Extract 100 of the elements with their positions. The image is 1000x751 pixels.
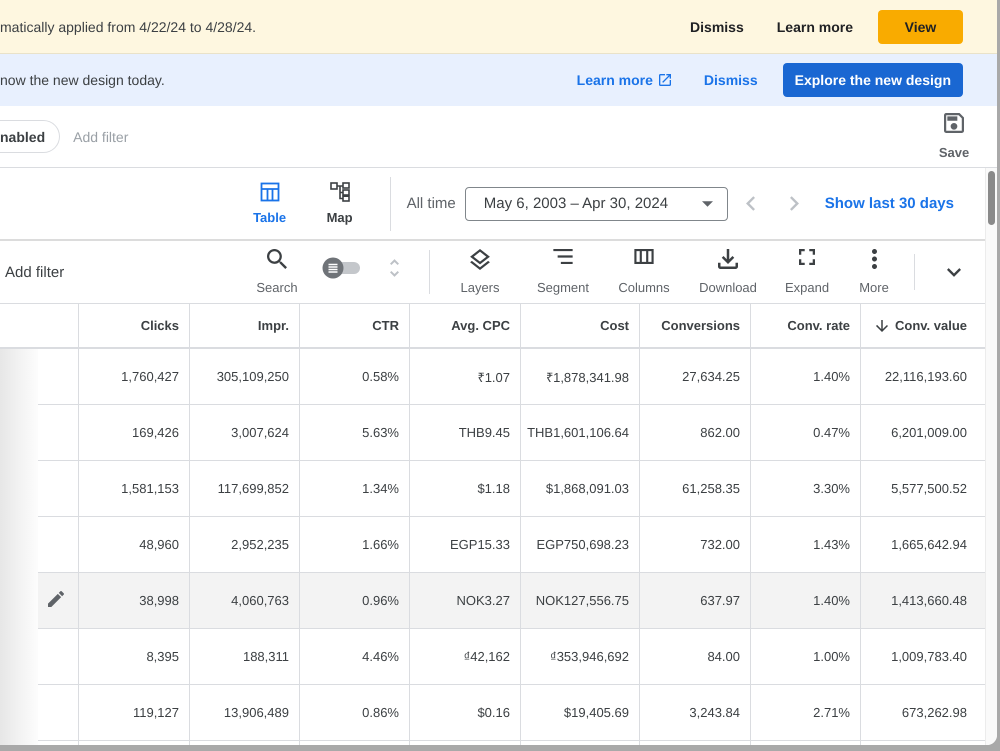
table-cell-text: 5,577,500.52 (890, 480, 968, 498)
table-cell: 1,760,427 (79, 349, 190, 404)
table-cell: 1,581,153 (79, 461, 190, 516)
toolbar-button[interactable]: Columns (612, 249, 676, 295)
table-cell-text: 1,665,642.94 (890, 536, 968, 554)
table-cell: ₹1.07 (410, 349, 521, 404)
table-cell: 3,007,624 (190, 405, 300, 460)
segment-icon (553, 249, 573, 264)
external-link-icon (658, 74, 671, 86)
date-range-label: All time (406, 195, 456, 212)
layers-icon (470, 249, 490, 270)
text-button[interactable]: Learn more (768, 10, 861, 44)
sort-icon[interactable] (390, 259, 399, 277)
show-last-30-days-link[interactable]: Show last 30 days (824, 195, 954, 212)
save-button[interactable]: Save (937, 113, 971, 160)
table-cell: 84.00 (640, 629, 751, 684)
banner-message: matically applied from 4/22/24 to 4/28/24. (0, 18, 258, 34)
table-cell: NOK3.27 (410, 573, 521, 628)
table-cell: 169,426 (79, 405, 190, 460)
table-cell: 3.30% (751, 461, 861, 516)
table-cell: 637.97 (640, 573, 751, 628)
more-icon (872, 249, 876, 269)
column-header[interactable]: CTR (300, 304, 410, 347)
search-icon (267, 249, 287, 269)
table-cell: 2,952,235 (190, 517, 300, 572)
primary-button[interactable]: Explore the new design (782, 63, 963, 97)
column-header[interactable]: Conv. value (861, 304, 985, 347)
column-header[interactable]: Cost (521, 304, 640, 347)
arrow-down-icon (876, 320, 888, 332)
table-cell: 732.00 (640, 517, 751, 572)
table-cell: 0.47% (751, 405, 861, 460)
table-cell: 1.40% (751, 573, 861, 628)
table-cell: 1.00% (751, 629, 861, 684)
search-button[interactable]: Search (249, 249, 305, 295)
table-cell: 0.96% (300, 573, 410, 628)
table-cell: 4.46% (300, 629, 410, 684)
column-header[interactable]: Impr. (190, 304, 300, 347)
table-cell: THB1,601,106.64 (521, 405, 640, 460)
banner-message: now the new design today. (0, 72, 166, 88)
chevron-right-icon[interactable] (790, 196, 799, 211)
toolbar-button[interactable]: Download (692, 249, 764, 295)
scrollbar-thumb[interactable] (988, 171, 995, 225)
primary-button[interactable]: View (878, 10, 963, 44)
table-cell: ₫353,946,692 (521, 629, 640, 684)
table-cell: 862.00 (640, 405, 751, 460)
table-cell: $19,405.69 (521, 685, 640, 740)
toggle-switch[interactable] (322, 257, 362, 279)
table-cell: 1.40% (751, 349, 861, 404)
table-cell: $1.18 (410, 461, 521, 516)
add-filter-button[interactable]: Add filter (5, 264, 249, 280)
table-cell: 305,109,250 (190, 349, 300, 404)
table-cell: 1.43% (751, 517, 861, 572)
table-cell: 38,998 (79, 573, 190, 628)
table-cell: 1.66% (300, 517, 410, 572)
toolbar-button[interactable]: More (850, 249, 898, 295)
text-button[interactable]: Dismiss (682, 10, 752, 44)
table-cell: 1.34% (300, 461, 410, 516)
expand-icon (799, 249, 815, 265)
hierarchy-icon (330, 182, 350, 202)
column-header[interactable]: Avg. CPC (410, 304, 521, 347)
table-cell: EGP15.33 (410, 517, 521, 572)
toolbar-button[interactable]: Expand (779, 249, 835, 295)
pencil-icon[interactable] (48, 591, 64, 607)
table-cell: 4,060,763 (190, 573, 300, 628)
column-header[interactable]: Conversions (640, 304, 751, 347)
table-cell: 5.63% (300, 405, 410, 460)
column-header[interactable]: Conv. rate (751, 304, 861, 347)
table-cell: $0.16 (410, 685, 521, 740)
table-cell: 8,395 (79, 629, 190, 684)
toolbar-button[interactable]: Layers (450, 249, 510, 295)
table-cell-text: 1,009,783.40 (890, 648, 968, 666)
table-cell: 188,311 (190, 629, 300, 684)
table-cell-text: 673,262.98 (900, 704, 968, 722)
table-cell: 2.71% (751, 685, 861, 740)
table-cell: 27,634.25 (640, 349, 751, 404)
link[interactable]: Dismiss (696, 63, 766, 97)
chevron-left-icon[interactable] (746, 196, 755, 211)
caret-icon (702, 200, 713, 206)
columns-icon (634, 249, 654, 264)
date-range-dropdown[interactable]: May 6, 2003 – Apr 30, 2024 (464, 186, 728, 220)
table-cell: 119,127 (79, 685, 190, 740)
table-cell-text: 22,116,193.60 (884, 368, 968, 386)
external-link[interactable]: Learn more (568, 63, 679, 97)
table-cell: 61,258.35 (640, 461, 751, 516)
table-cell-text: 6,201,009.00 (890, 424, 968, 442)
view-tab[interactable]: Table (246, 182, 293, 225)
table-cell: 13,906,489 (190, 685, 300, 740)
table-cell: ₹1,878,341.98 (521, 349, 640, 404)
filter-chip[interactable]: nabled (0, 120, 60, 153)
table-cell: 48,960 (79, 517, 190, 572)
table-cell: NOK127,556.75 (521, 573, 640, 628)
view-tab[interactable]: Map (316, 182, 363, 225)
table-cell: 3,243.84 (640, 685, 751, 740)
chevron-down-icon[interactable] (947, 268, 961, 276)
column-header[interactable]: Clicks (79, 304, 190, 347)
download-icon (718, 249, 738, 269)
table-cell: 0.58% (300, 349, 410, 404)
table-cell: $1,868,091.03 (521, 461, 640, 516)
toolbar-button[interactable]: Segment (529, 249, 597, 295)
table-cell: EGP750,698.23 (521, 517, 640, 572)
